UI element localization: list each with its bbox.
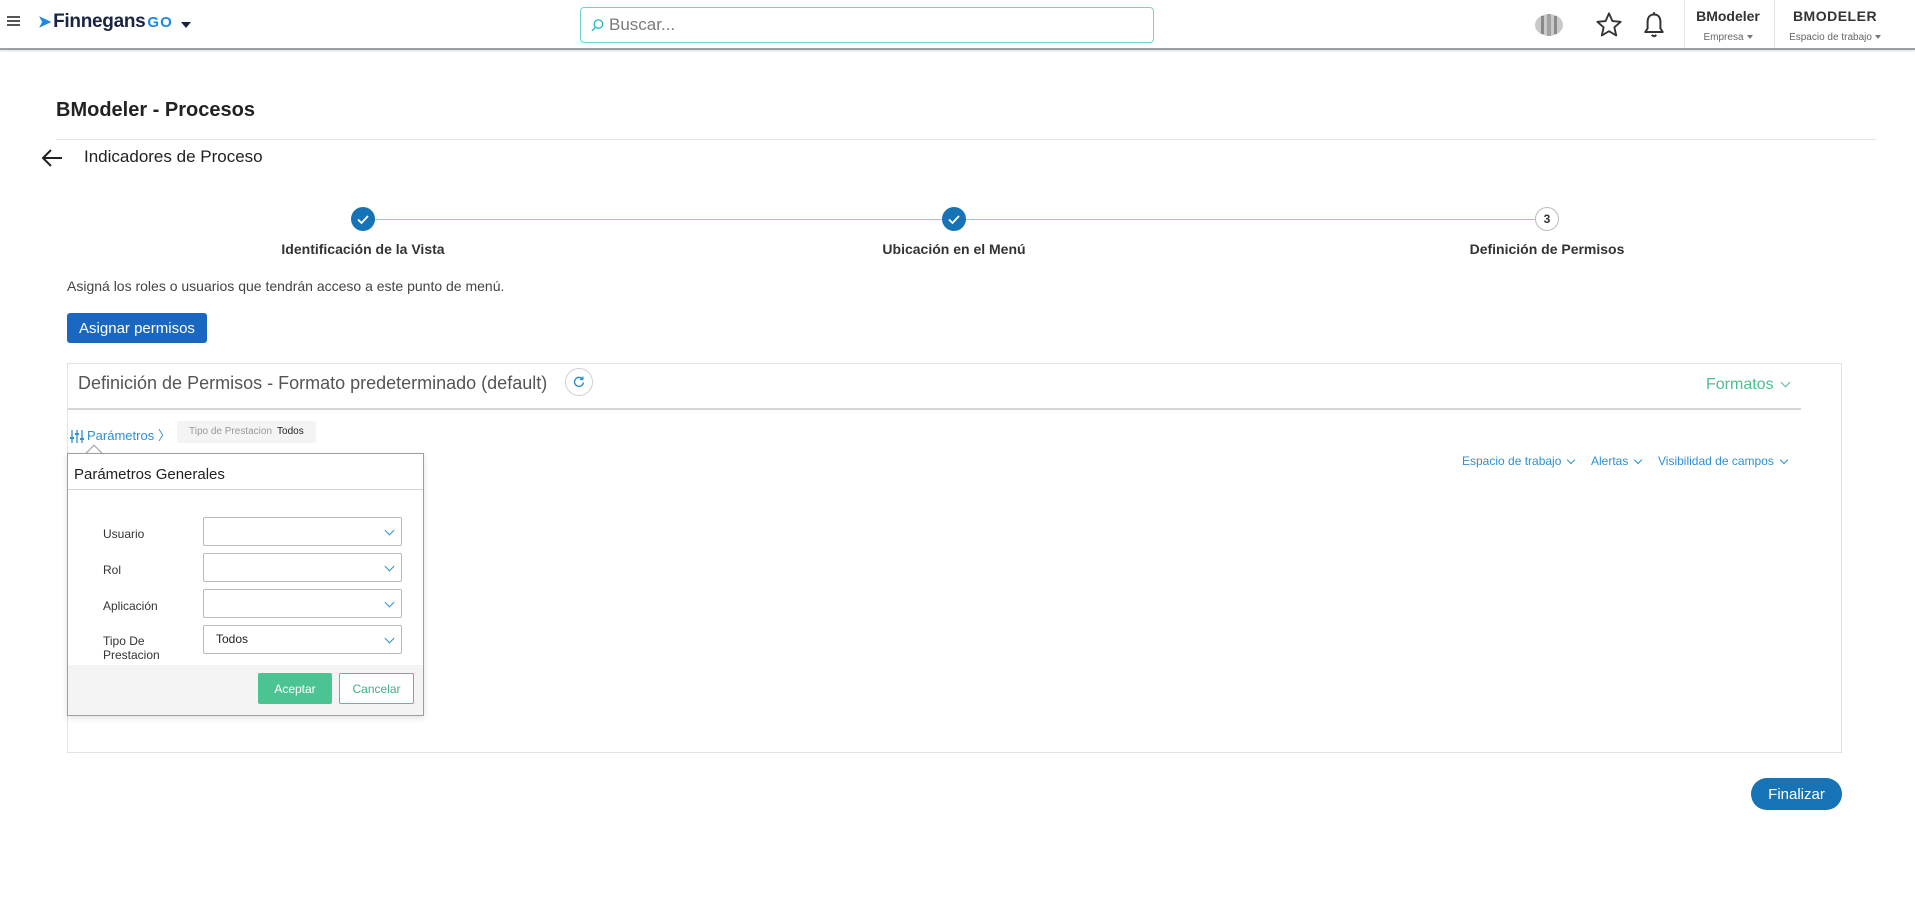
workspace-link-label: Espacio de trabajo <box>1462 454 1562 468</box>
finish-button[interactable]: Finalizar <box>1751 778 1842 810</box>
app-logo[interactable]: ➤ Finnegans GO <box>38 11 173 33</box>
workspace-label: Espacio de trabajo <box>1789 32 1872 43</box>
step-1-label: Identificación de la Vista <box>281 241 445 257</box>
search-box <box>580 7 1154 43</box>
parameters-label: Parámetros <box>87 428 155 443</box>
chevron-down-icon <box>384 633 395 644</box>
workspace-caret-icon <box>1874 35 1881 40</box>
chevron-down-icon <box>384 561 395 572</box>
alerts-link[interactable]: Alertas <box>1591 454 1643 468</box>
popup-divider <box>68 489 423 490</box>
step-3-label: Definición de Permisos <box>1469 241 1625 257</box>
app-switch-caret-icon[interactable] <box>181 22 191 28</box>
field-visibility-link[interactable]: Visibilidad de campos <box>1658 454 1789 468</box>
filter-chip-value: Todos <box>277 426 304 437</box>
logo-text: Finnegans <box>53 11 146 32</box>
user-select[interactable] <box>203 517 402 546</box>
accept-button[interactable]: Aceptar <box>258 673 332 704</box>
chevron-right-icon: 〉 <box>157 428 171 443</box>
parameters-toggle[interactable]: Parámetros 〉 <box>70 425 171 444</box>
page-subtitle: Indicadores de Proceso <box>84 147 263 166</box>
logo-chevron-icon: ➤ <box>38 14 52 31</box>
company-label: Empresa <box>1703 32 1744 43</box>
chevron-down-icon <box>1634 455 1643 465</box>
field-visibility-link-label: Visibilidad de campos <box>1658 454 1774 468</box>
alerts-link-label: Alertas <box>1591 454 1629 468</box>
active-filter-chip[interactable]: Tipo de Prestacion Todos <box>177 421 316 443</box>
application-field-label: Aplicación <box>103 599 158 613</box>
step-2-label: Ubicación en el Menú <box>882 241 1026 257</box>
popup-title: Parámetros Generales <box>74 466 225 483</box>
top-bar: ➤FinnegansGO BModeler Empresa BMODELER E… <box>0 0 1915 50</box>
logo-go-text: GO <box>147 14 173 31</box>
search-icon <box>591 19 604 32</box>
back-arrow-icon[interactable] <box>40 147 64 169</box>
company-caret-icon <box>1746 35 1753 40</box>
service-type-select[interactable]: Todos <box>203 625 402 654</box>
user-field-label: Usuario <box>103 527 145 541</box>
notifications-bell-icon[interactable] <box>1640 11 1668 39</box>
chevron-down-icon <box>384 525 395 536</box>
workspace-selector[interactable]: BMODELER Espacio de trabajo <box>1780 8 1890 43</box>
sliders-icon <box>70 430 84 444</box>
search-input[interactable] <box>609 8 1139 42</box>
cancel-button[interactable]: Cancelar <box>339 673 414 704</box>
chevron-down-icon <box>1779 455 1789 465</box>
refresh-button[interactable] <box>565 368 593 396</box>
filter-chip-key: Tipo de Prestacion <box>189 426 273 437</box>
general-parameters-popup: Parámetros Generales Usuario Rol Aplicac… <box>67 453 424 716</box>
permissions-description: Asigná los roles o usuarios que tendrán … <box>67 278 505 294</box>
chevron-down-icon <box>1780 377 1791 388</box>
chevron-down-icon <box>384 597 395 608</box>
step-2-done-check-icon <box>942 207 966 231</box>
refresh-icon <box>573 376 585 388</box>
role-select[interactable] <box>203 553 402 582</box>
role-field-label: Rol <box>103 563 122 577</box>
step-1-done-check-icon <box>351 207 375 231</box>
formats-label: Formatos <box>1706 376 1774 393</box>
company-selector[interactable]: BModeler Empresa <box>1692 8 1764 43</box>
workspace-link[interactable]: Espacio de trabajo <box>1462 454 1576 468</box>
panel-title: Definición de Permisos - Formato predete… <box>78 373 548 393</box>
formats-dropdown[interactable]: Formatos <box>1706 376 1791 394</box>
page-title: BModeler - Procesos <box>56 99 255 121</box>
chevron-down-icon <box>1567 455 1576 465</box>
application-select[interactable] <box>203 589 402 618</box>
workspace-name: BMODELER <box>1792 8 1878 24</box>
topbar-divider <box>1774 0 1775 48</box>
assign-permissions-button[interactable]: Asignar permisos <box>67 313 207 343</box>
company-name: BModeler <box>1696 8 1760 24</box>
hamburger-menu-icon[interactable] <box>7 16 20 26</box>
step-3-number: 3 <box>1535 207 1559 231</box>
panel-divider <box>68 408 1801 410</box>
title-divider <box>56 139 1876 140</box>
topbar-divider <box>1684 0 1685 48</box>
service-type-select-value: Todos <box>216 632 249 646</box>
favorites-star-icon[interactable] <box>1594 11 1624 39</box>
service-type-field-label: Tipo De Prestacion <box>103 634 160 662</box>
brain-apps-icon[interactable] <box>1532 12 1566 38</box>
popup-footer: Aceptar Cancelar <box>68 665 423 715</box>
